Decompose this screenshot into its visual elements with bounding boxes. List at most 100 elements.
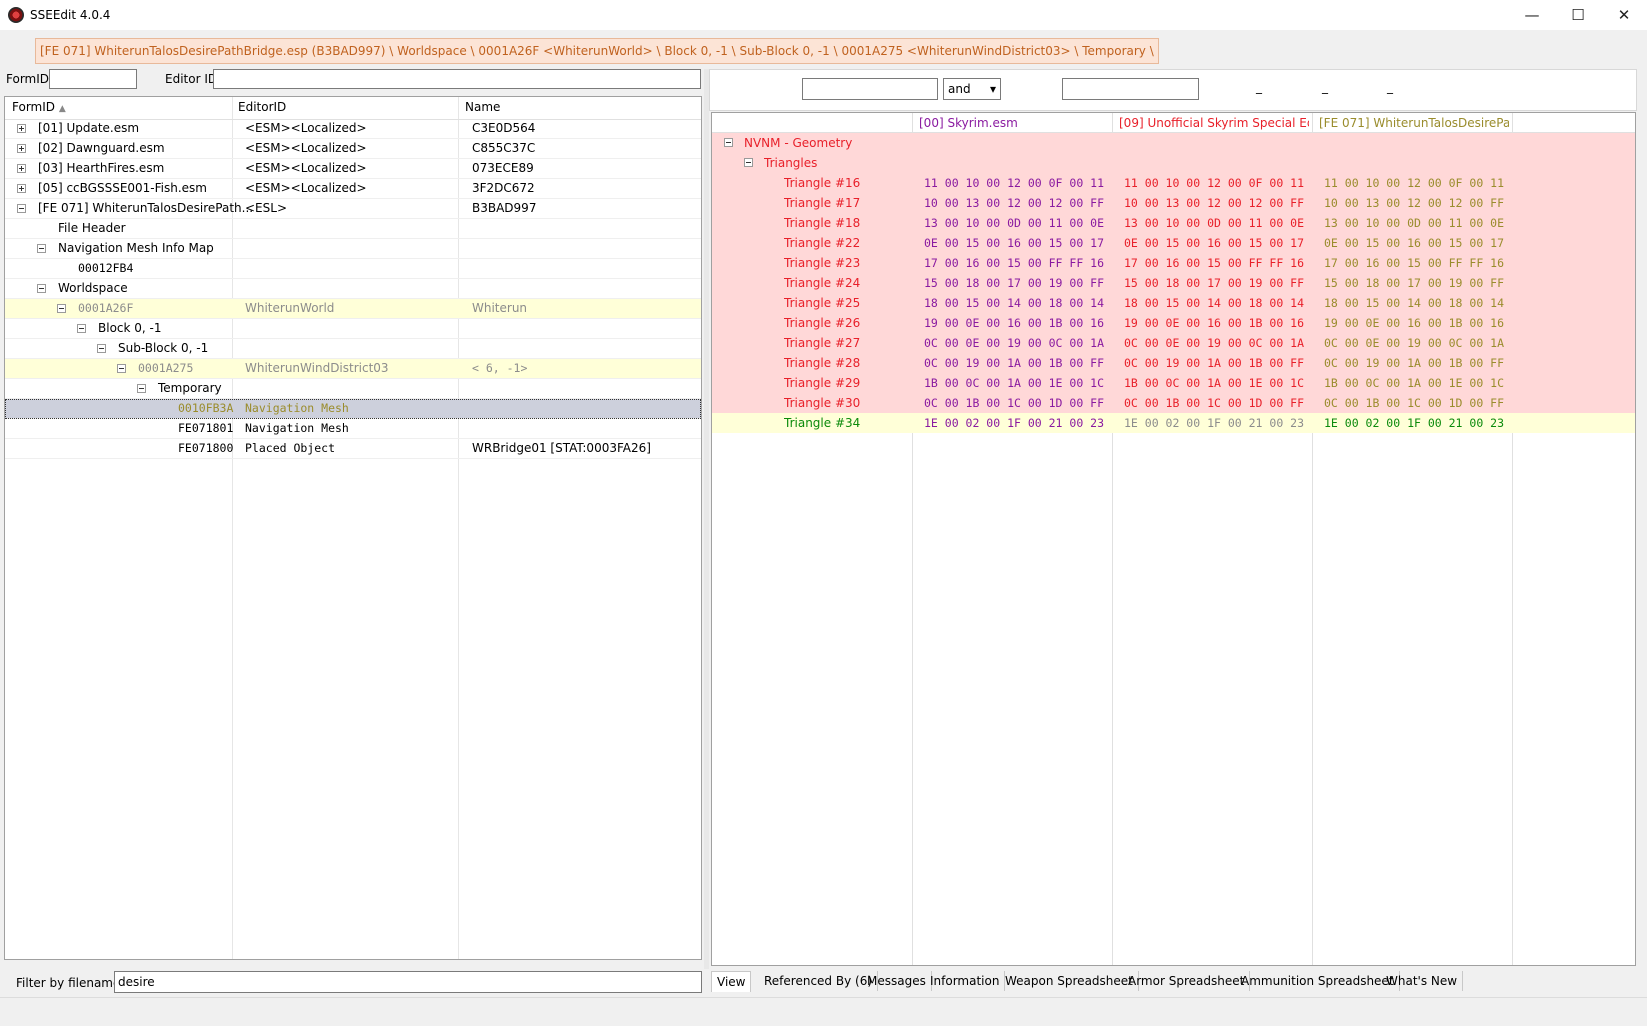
cell-text: [01] Update.esm — [38, 121, 140, 135]
tree-row[interactable]: File Header — [5, 219, 701, 239]
maximize-button[interactable]: ☐ — [1555, 0, 1601, 30]
column-header-skyrim[interactable]: [00] Skyrim.esm — [919, 113, 1107, 133]
cell-text: 0C 00 0E 00 19 00 0C 00 1A 00 1C ... — [1124, 336, 1308, 350]
tree-row[interactable]: Block 0, -1 — [5, 319, 701, 339]
formid-input[interactable] — [49, 69, 137, 89]
cell-text: 0E 00 15 00 16 00 15 00 17 00 1A 0... — [1124, 236, 1308, 250]
panel-splitter[interactable] — [704, 69, 709, 969]
triangle-row[interactable]: Triangle #29 1B 00 0C 00 1A 00 1E 00 1C … — [712, 373, 1635, 393]
cell-text: Triangle #23 — [784, 256, 861, 270]
triangle-row[interactable]: Triangle #25 18 00 15 00 14 00 18 00 14 … — [712, 293, 1635, 313]
cell-text: Triangle #17 — [784, 196, 861, 210]
title-bar: SSEEdit 4.0.4 — ☐ ✕ — [0, 0, 1647, 30]
expand-icon[interactable] — [17, 124, 26, 133]
triangle-row[interactable]: Triangle #26 19 00 0E 00 16 00 1B 00 16 … — [712, 313, 1635, 333]
triangle-row[interactable]: Triangle #30 0C 00 1B 00 1C 00 1D 00 FF … — [712, 393, 1635, 413]
triangle-row[interactable]: Triangle #16 11 00 10 00 12 00 0F 00 11 … — [712, 173, 1635, 193]
cell-text: 10 00 13 00 12 00 12 00 FF FF 10 0... — [924, 196, 1108, 210]
filter-slot-1[interactable]: _ — [1256, 80, 1262, 94]
close-button[interactable]: ✕ — [1601, 0, 1647, 30]
record-view-header: [00] Skyrim.esm [09] Unofficial Skyrim S… — [712, 113, 1635, 133]
filter-filename-input[interactable]: desire — [114, 971, 702, 993]
search-input-2[interactable] — [1062, 78, 1199, 100]
collapse-icon[interactable] — [97, 344, 106, 353]
tree-row[interactable]: FE071801 Navigation Mesh — [5, 419, 701, 439]
tab-referenced-by[interactable]: Referenced By (6) — [759, 971, 879, 991]
tree-row[interactable]: [FE 071] WhiterunTalosDesirePath... <ESL… — [5, 199, 701, 219]
filter-slot-3[interactable]: _ — [1387, 80, 1393, 94]
cell-text: Whiterun — [472, 301, 528, 315]
record-view[interactable]: [00] Skyrim.esm [09] Unofficial Skyrim S… — [711, 112, 1636, 966]
cell-text: Triangle #24 — [784, 276, 861, 290]
cell-text: 19 00 0E 00 16 00 1B 00 16 00 FF F... — [1324, 316, 1508, 330]
triangle-row[interactable]: Triangle #28 0C 00 19 00 1A 00 1B 00 FF … — [712, 353, 1635, 373]
expand-icon[interactable] — [17, 144, 26, 153]
tree-row[interactable]: Temporary — [5, 379, 701, 399]
expand-icon[interactable] — [17, 184, 26, 193]
triangle-row[interactable]: Triangle #27 0C 00 0E 00 19 00 0C 00 1A … — [712, 333, 1635, 353]
triangle-row[interactable]: Triangle #24 15 00 18 00 17 00 19 00 FF … — [712, 273, 1635, 293]
collapse-icon[interactable] — [77, 324, 86, 333]
cell-text: Triangle #26 — [784, 316, 861, 330]
cell-text: FE071800 — [178, 441, 234, 455]
collapse-icon[interactable] — [724, 138, 733, 147]
cell-text: WRBridge01 [STAT:0003FA26] — [472, 441, 651, 455]
and-dropdown[interactable]: and ▾ — [943, 78, 1001, 100]
tree-row[interactable]: [05] ccBGSSSE001-Fish.esm <ESM><Localize… — [5, 179, 701, 199]
triangle-row[interactable]: Triangle #34 1E 00 02 00 1F 00 21 00 23 … — [712, 413, 1635, 433]
cell-text: <ESM><Localized> — [245, 181, 367, 195]
expand-icon[interactable] — [17, 164, 26, 173]
tree-row[interactable]: [03] HearthFires.esm <ESM><Localized> 07… — [5, 159, 701, 179]
tree-row[interactable]: Navigation Mesh Info Map — [5, 239, 701, 259]
column-header-formid[interactable]: FormID ▲ — [12, 100, 66, 114]
triangle-row[interactable]: Triangle #23 17 00 16 00 15 00 FF FF 16 … — [712, 253, 1635, 273]
collapse-icon[interactable] — [57, 304, 66, 313]
tree-row-subgroup[interactable]: Triangles — [712, 153, 1635, 173]
cell-text: 0C 00 0E 00 19 00 0C 00 1A 00 1C ... — [1324, 336, 1508, 350]
cell-text: 18 00 15 00 14 00 18 00 14 00 FF F... — [1324, 296, 1508, 310]
collapse-icon[interactable] — [744, 158, 753, 167]
cell-text: 13 00 10 00 0D 00 11 00 0E 00 FF F... — [1324, 216, 1508, 230]
collapse-icon[interactable] — [37, 284, 46, 293]
search-input-1[interactable] — [802, 78, 938, 100]
collapse-icon[interactable] — [137, 384, 146, 393]
tab-weapon-spreadsheet[interactable]: Weapon Spreadsheet — [1000, 971, 1139, 991]
tab-view[interactable]: View — [711, 971, 752, 992]
cell-text: <ESM><Localized> — [245, 121, 367, 135]
editorid-input[interactable] — [213, 69, 701, 89]
tab-whats-new[interactable]: What's New — [1381, 971, 1464, 991]
tree-row[interactable]: Sub-Block 0, -1 — [5, 339, 701, 359]
record-tree[interactable]: FormID ▲ EditorID Name [01] Update.esm <… — [4, 96, 702, 960]
column-header-name[interactable]: Name — [465, 100, 500, 114]
tree-row[interactable]: [01] Update.esm <ESM><Localized> C3E0D56… — [5, 119, 701, 139]
tree-row-selected[interactable]: 0010FB3A Navigation Mesh — [5, 399, 701, 419]
collapse-icon[interactable] — [17, 204, 26, 213]
tree-row[interactable]: 00012FB4 — [5, 259, 701, 279]
column-header-plugin[interactable]: [FE 071] WhiterunTalosDesirePath... — [1319, 113, 1509, 133]
cell-text: Worldspace — [58, 281, 128, 295]
column-header-ussep[interactable]: [09] Unofficial Skyrim Special Editi... — [1119, 113, 1309, 133]
cell-text: 1E 00 02 00 1F 00 21 00 23 00 FF F... — [1324, 416, 1508, 430]
tab-armor-spreadsheet[interactable]: Armor Spreadsheet — [1123, 971, 1251, 991]
triangle-row[interactable]: Triangle #17 10 00 13 00 12 00 12 00 FF … — [712, 193, 1635, 213]
tree-row[interactable]: 0001A26F WhiterunWorld Whiterun — [5, 299, 701, 319]
triangle-row[interactable]: Triangle #22 0E 00 15 00 16 00 15 00 17 … — [712, 233, 1635, 253]
cell-text: 1B 00 0C 00 1A 00 1E 00 1C 00 FF F... — [924, 376, 1108, 390]
tab-ammunition-spreadsheet[interactable]: Ammunition Spreadsheet — [1236, 971, 1400, 991]
collapse-icon[interactable] — [117, 364, 126, 373]
tab-information[interactable]: Information — [925, 971, 1006, 991]
cell-text: 13 00 10 00 0D 00 11 00 0E 00 FF F... — [924, 216, 1108, 230]
filter-slot-2[interactable]: _ — [1322, 80, 1328, 94]
cell-text: [03] HearthFires.esm — [38, 161, 165, 175]
tree-row[interactable]: 0001A275 WhiterunWindDistrict03 < 6, -1> — [5, 359, 701, 379]
tree-row[interactable]: [02] Dawnguard.esm <ESM><Localized> C855… — [5, 139, 701, 159]
tree-row[interactable]: FE071800 Placed Object WRBridge01 [STAT:… — [5, 439, 701, 459]
tab-messages[interactable]: Messages — [862, 971, 932, 991]
collapse-icon[interactable] — [37, 244, 46, 253]
minimize-button[interactable]: — — [1509, 0, 1555, 30]
column-header-editorid[interactable]: EditorID — [238, 100, 286, 114]
tree-row-group[interactable]: NVNM - Geometry — [712, 133, 1635, 153]
tree-row[interactable]: Worldspace — [5, 279, 701, 299]
triangle-row[interactable]: Triangle #18 13 00 10 00 0D 00 11 00 0E … — [712, 213, 1635, 233]
cell-text: 0001A275 — [138, 361, 194, 375]
